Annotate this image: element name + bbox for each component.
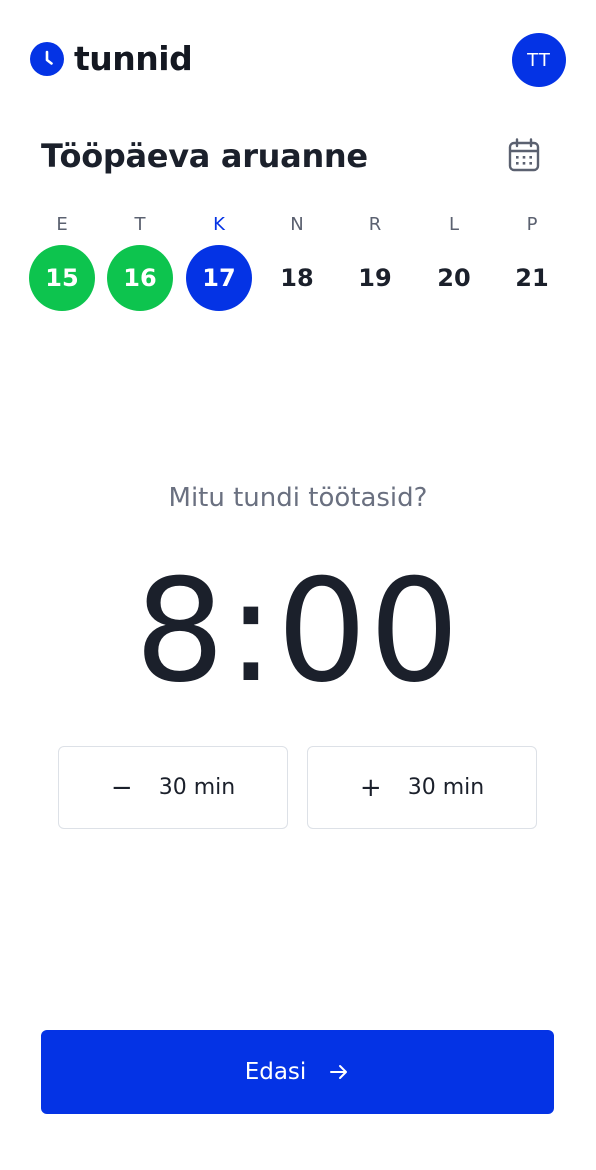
app-name: tunnid [74, 39, 193, 78]
avatar-initials: TT [527, 49, 551, 71]
minus-icon: − [110, 772, 133, 803]
calendar-button[interactable] [502, 133, 546, 177]
day-wednesday[interactable]: K 17 [186, 210, 252, 311]
decrease-30min-button[interactable]: − 30 min [58, 746, 288, 829]
day-letter: T [134, 214, 146, 235]
day-letter: R [368, 214, 382, 235]
day-monday[interactable]: E 15 [29, 210, 95, 311]
app-logo[interactable]: tunnid [29, 39, 193, 78]
day-date: 17 [186, 245, 252, 311]
day-date: 16 [107, 245, 173, 311]
next-label: Edasi [244, 1059, 307, 1085]
increase-label: 30 min [407, 775, 485, 800]
clock-icon [30, 42, 64, 76]
app-header: tunnid TT [0, 0, 596, 120]
day-date: 21 [515, 264, 549, 292]
day-sunday[interactable]: P 21 [499, 210, 565, 311]
day-date: 20 [437, 264, 471, 292]
day-letter: P [526, 214, 538, 235]
plus-icon: + [359, 772, 382, 803]
arrow-right-icon [330, 1065, 348, 1079]
day-date: 15 [29, 245, 95, 311]
day-letter: N [290, 214, 304, 235]
increase-30min-button[interactable]: + 30 min [307, 746, 537, 829]
hours-question: Mitu tundi töötasid? [168, 483, 428, 513]
day-letter: L [448, 214, 460, 235]
day-friday[interactable]: R 19 [342, 210, 408, 311]
day-date: 18 [280, 264, 314, 292]
day-date: 19 [358, 264, 392, 292]
page-title: Tööpäeva aruanne [41, 137, 368, 175]
calendar-icon [508, 138, 540, 172]
day-saturday[interactable]: L 20 [421, 210, 487, 311]
hours-value: 8:00 [134, 549, 462, 714]
day-tuesday[interactable]: T 16 [107, 210, 173, 311]
day-letter: K [213, 214, 225, 235]
user-avatar[interactable]: TT [512, 33, 566, 87]
next-button[interactable]: Edasi [41, 1030, 554, 1114]
day-letter: E [56, 214, 68, 235]
decrease-label: 30 min [158, 775, 236, 800]
day-thursday[interactable]: N 18 [264, 210, 330, 311]
